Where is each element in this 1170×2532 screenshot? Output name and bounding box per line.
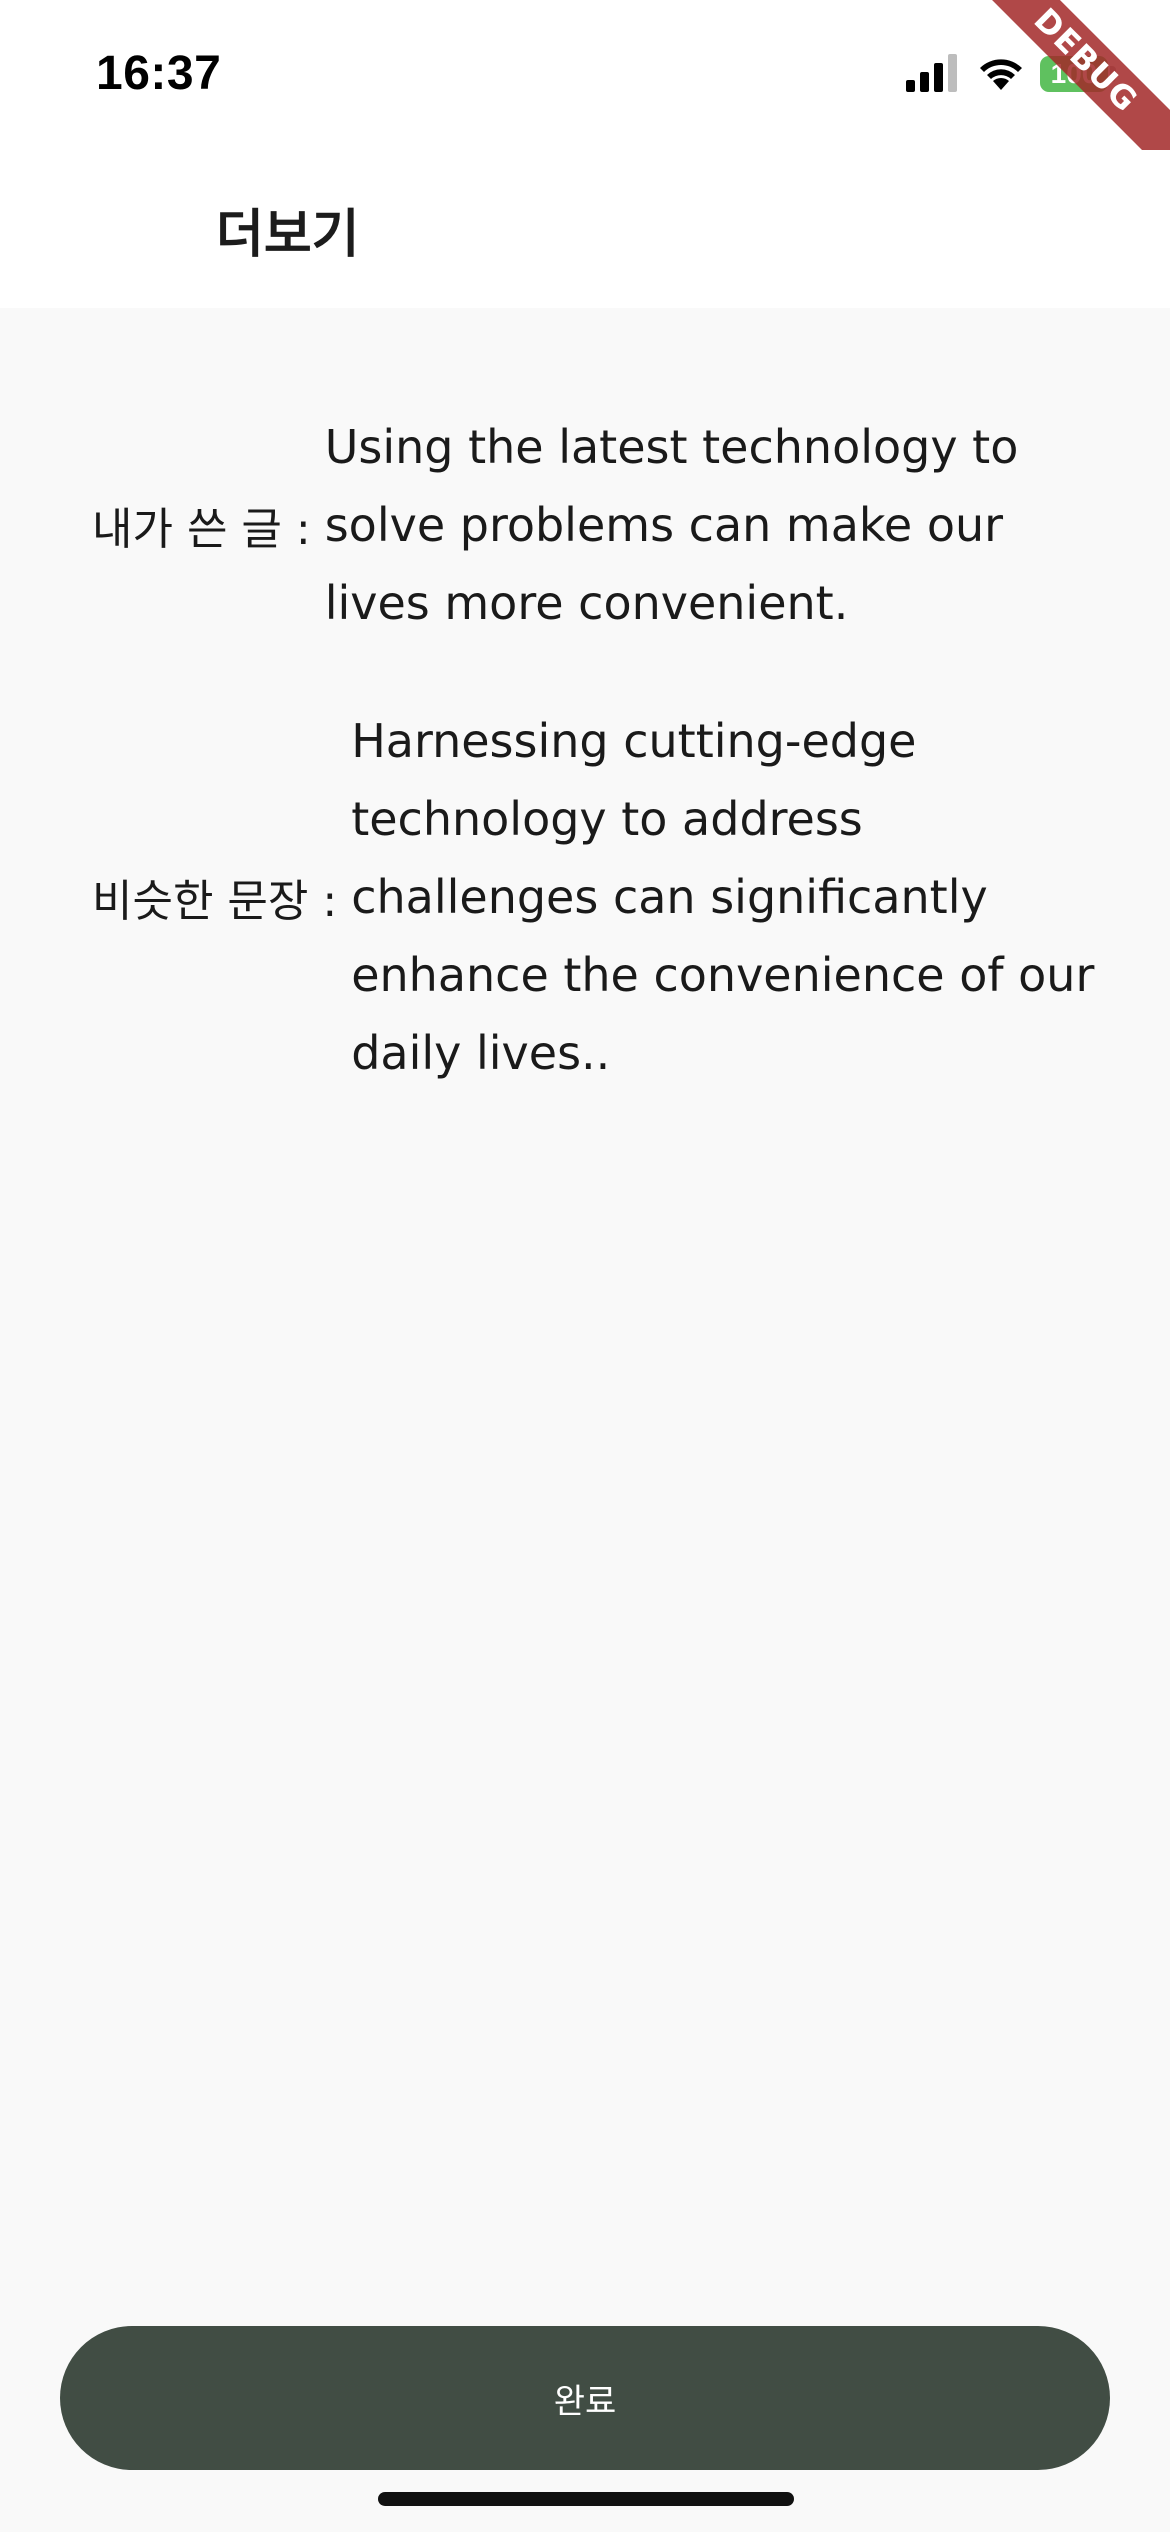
screen: 16:37 100 DEBUG 더보기 내가 쓴 글 : Using the l… [0, 0, 1170, 2532]
battery-icon: 100 [1040, 56, 1108, 92]
similar-sentence-row: 비슷한 문장 : Harnessing cutting-edge technol… [92, 702, 1111, 1092]
similar-sentence-value: Harnessing cutting-edge technology to ad… [351, 714, 1095, 1080]
my-text-value: Using the latest technology to solve pro… [324, 420, 1019, 630]
battery-tip [1110, 66, 1116, 82]
app-bar: 더보기 [0, 150, 1170, 308]
status-time: 16:37 [96, 47, 222, 100]
similar-sentence-label: 비슷한 문장 : [92, 876, 338, 927]
status-bar: 16:37 100 [0, 0, 1170, 150]
home-indicator[interactable] [378, 2492, 794, 2506]
done-button[interactable]: 완료 [60, 2326, 1110, 2470]
my-text-row: 내가 쓴 글 : Using the latest technology to … [92, 408, 1105, 642]
cellular-signal-icon [906, 54, 957, 92]
wifi-icon [980, 59, 1022, 90]
page-title: 더보기 [216, 205, 360, 265]
my-text-label: 내가 쓴 글 : [92, 504, 311, 555]
done-button-label: 완료 [553, 2381, 617, 2422]
